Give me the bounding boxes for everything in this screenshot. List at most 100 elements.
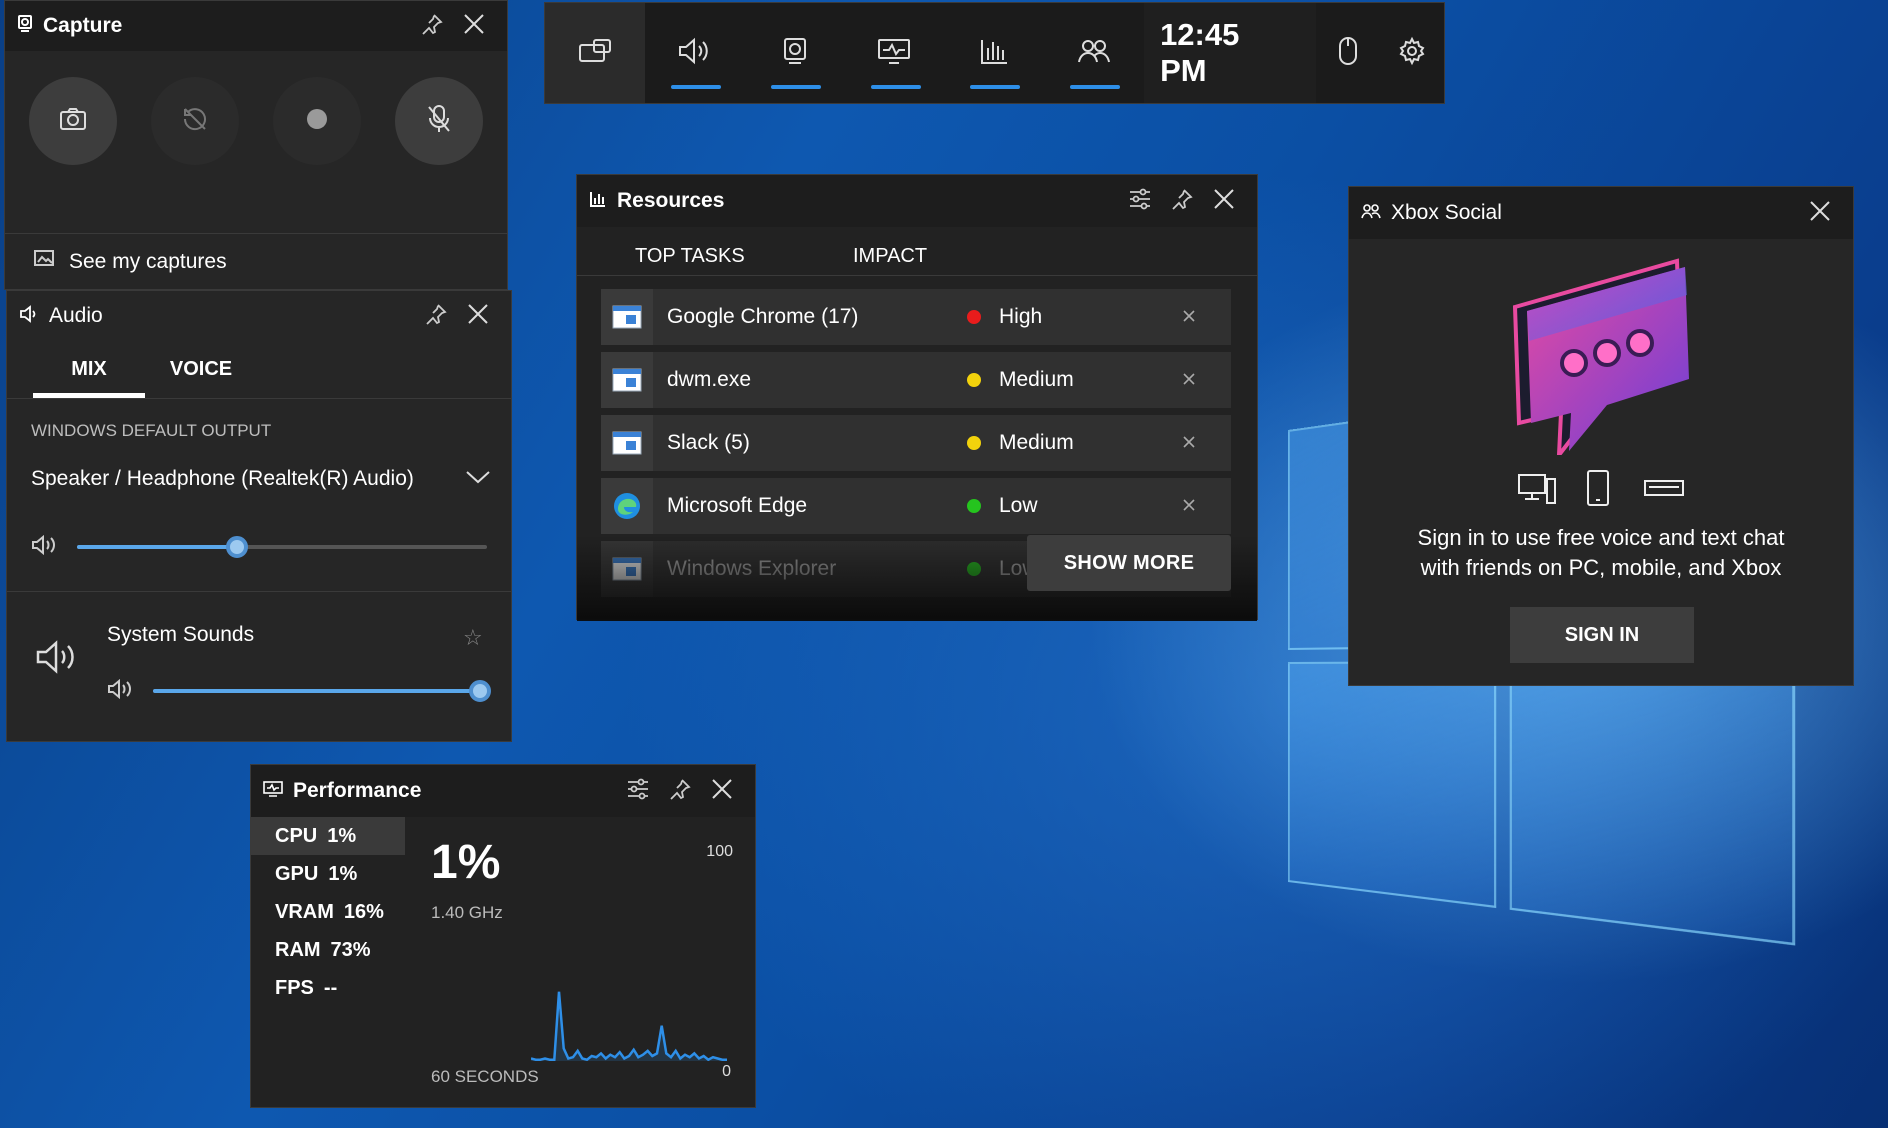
gallery-icon <box>33 249 57 275</box>
metric-list: CPU 1% GPU 1% VRAM 16% RAM 73% FPS -- <box>251 817 405 1007</box>
impact-dot <box>967 373 981 387</box>
metric-gpu[interactable]: GPU 1% <box>251 855 405 893</box>
metric-vram[interactable]: VRAM 16% <box>251 893 405 931</box>
sign-in-button[interactable]: SIGN IN <box>1510 607 1694 663</box>
mouse-button[interactable] <box>1316 3 1380 103</box>
pin-capture-button[interactable] <box>411 5 453 47</box>
metric-value: 1% <box>327 824 357 847</box>
impact-dot <box>967 562 981 576</box>
output-device-dropdown[interactable]: Speaker / Headphone (Realtek(R) Audio) <box>31 459 491 499</box>
audio-title: Audio <box>49 304 103 327</box>
xbox-social-panel: Xbox Social Sign in to use free voice an… <box>1348 186 1854 686</box>
xbox-social-header: Xbox Social <box>1349 187 1853 239</box>
pin-resources-button[interactable] <box>1161 180 1203 222</box>
sliders-icon <box>626 778 650 805</box>
resources-settings-button[interactable] <box>1119 180 1161 222</box>
xbox-social-icon <box>1077 37 1111 70</box>
audio-icon <box>677 36 713 71</box>
task-name: Google Chrome (17) <box>667 305 859 328</box>
cpu-usage-graph <box>531 991 727 1061</box>
output-device-label: Speaker / Headphone (Realtek(R) Audio) <box>31 467 414 490</box>
performance-settings-button[interactable] <box>617 770 659 812</box>
task-name: Slack (5) <box>667 431 750 454</box>
close-performance-button[interactable] <box>701 770 743 812</box>
record-last-30s-button[interactable] <box>151 77 239 165</box>
system-sounds-icon <box>35 639 79 680</box>
impact-label: High <box>999 305 1043 328</box>
task-name: dwm.exe <box>667 368 752 391</box>
sign-in-message-line2: with friends on PC, mobile, and Xbox <box>1420 555 1782 580</box>
graph-y-max: 100 <box>706 843 733 860</box>
audio-header: Audio <box>7 291 511 341</box>
close-icon <box>1809 200 1831 227</box>
capture-title: Capture <box>43 14 123 37</box>
close-capture-button[interactable] <box>453 5 495 47</box>
performance-widget-button[interactable] <box>845 3 945 103</box>
favorite-star-icon[interactable]: ☆ <box>463 625 483 651</box>
app-icon <box>601 352 653 408</box>
xbox-social-header-icon <box>1361 203 1381 224</box>
audio-panel: Audio MIX VOICE WINDOWS DEFAULT OUTPUT S… <box>6 290 512 742</box>
close-resources-button[interactable] <box>1203 180 1245 222</box>
task-row[interactable]: Slack (5) Medium <box>601 415 1231 471</box>
master-volume-slider[interactable] <box>77 536 487 558</box>
capture-widget-button[interactable] <box>745 3 845 103</box>
resources-icon <box>979 36 1009 71</box>
metric-cpu[interactable]: CPU 1% <box>251 817 405 855</box>
metric-value: 16% <box>343 900 384 923</box>
pin-audio-button[interactable] <box>415 295 457 337</box>
close-icon <box>463 13 485 40</box>
widget-menu-button[interactable] <box>545 3 645 103</box>
system-sounds-label: System Sounds <box>107 623 255 646</box>
performance-title: Performance <box>293 779 422 802</box>
app-icon <box>601 415 653 471</box>
settings-button[interactable] <box>1380 3 1444 103</box>
widget-menu-icon <box>578 37 612 70</box>
end-task-button[interactable] <box>1169 368 1209 392</box>
close-icon <box>1182 305 1196 329</box>
xbox-social-widget-button[interactable] <box>1044 3 1144 103</box>
performance-header-icon <box>263 780 283 803</box>
impact-dot <box>967 310 981 324</box>
col-impact[interactable]: IMPACT <box>853 245 927 268</box>
mic-toggle-button[interactable] <box>395 77 483 165</box>
volume-icon <box>31 534 57 560</box>
start-recording-button[interactable] <box>273 77 361 165</box>
close-icon <box>1182 431 1196 455</box>
end-task-button[interactable] <box>1169 494 1209 518</box>
tab-mix[interactable]: MIX <box>33 341 145 398</box>
audio-widget-button[interactable] <box>645 3 745 103</box>
close-xbox-social-button[interactable] <box>1799 192 1841 234</box>
show-more-button[interactable]: SHOW MORE <box>1027 535 1231 591</box>
resources-widget-button[interactable] <box>944 3 1044 103</box>
capture-header-icon <box>17 14 33 38</box>
task-row[interactable]: Microsoft Edge Low <box>601 478 1231 534</box>
performance-icon <box>877 36 911 71</box>
metric-fps[interactable]: FPS -- <box>251 969 405 1007</box>
col-top-tasks[interactable]: TOP TASKS <box>635 245 745 268</box>
pin-performance-button[interactable] <box>659 770 701 812</box>
audio-tabs: MIX VOICE <box>7 341 511 399</box>
screenshot-button[interactable] <box>29 77 117 165</box>
cpu-clock-speed: 1.40 GHz <box>431 903 503 922</box>
metric-label: VRAM <box>275 900 334 923</box>
close-audio-button[interactable] <box>457 295 499 337</box>
record-last-icon <box>181 105 209 138</box>
impact-dot <box>967 436 981 450</box>
chevron-down-icon <box>465 467 491 491</box>
task-row[interactable]: Google Chrome (17) High <box>601 289 1231 345</box>
see-my-captures-link[interactable]: See my captures <box>5 233 507 289</box>
system-sounds-volume-slider[interactable] <box>153 680 492 702</box>
mic-off-icon <box>426 104 452 139</box>
tab-voice[interactable]: VOICE <box>145 341 257 398</box>
end-task-button[interactable] <box>1169 305 1209 329</box>
pin-icon <box>425 303 447 330</box>
metric-ram[interactable]: RAM 73% <box>251 931 405 969</box>
metric-label: FPS <box>275 976 314 999</box>
xbox-social-title: Xbox Social <box>1391 201 1502 224</box>
sliders-icon <box>1128 188 1152 215</box>
sign-in-message-line1: Sign in to use free voice and text chat <box>1417 525 1785 550</box>
task-row[interactable]: dwm.exe Medium <box>601 352 1231 408</box>
clock: 12:45 PM <box>1144 3 1317 103</box>
end-task-button[interactable] <box>1169 431 1209 455</box>
